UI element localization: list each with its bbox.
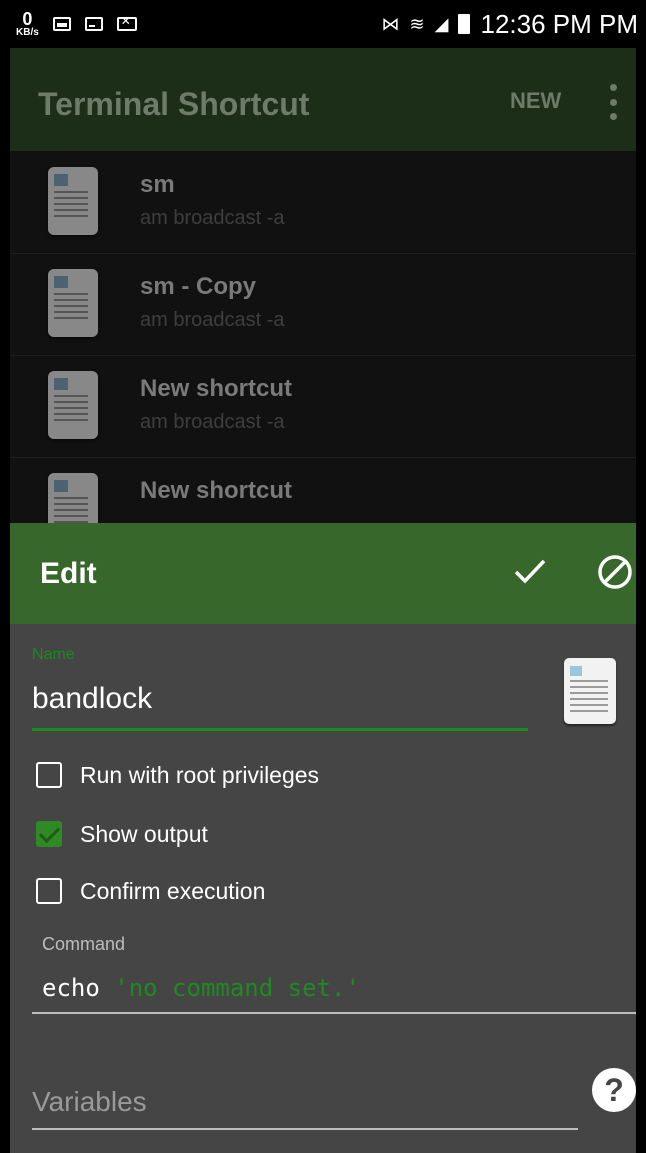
network-speed: 0 KB/s bbox=[16, 10, 39, 38]
signal-icon: ◢ bbox=[434, 13, 449, 34]
gallery-notification-icon bbox=[52, 17, 71, 31]
network-speed-unit: KB/s bbox=[16, 27, 39, 38]
shortcut-list: sm am broadcast -a sm - Copy am broadcas… bbox=[10, 151, 636, 523]
clock: 12:36 PM PM bbox=[480, 8, 638, 39]
status-bar: 0 KB/s ⋈ ≋ ◢ 12:36 PM PM bbox=[0, 0, 646, 48]
list-item-subtitle: am broadcast -a bbox=[140, 411, 285, 433]
wifi-icon: ≋ bbox=[409, 13, 425, 34]
root-privileges-checkbox[interactable]: Run with root privileges bbox=[36, 758, 319, 792]
app-title: Terminal Shortcut bbox=[38, 86, 310, 122]
new-button[interactable]: NEW bbox=[510, 88, 561, 114]
shortcut-document-icon[interactable] bbox=[564, 658, 616, 724]
name-label: Name bbox=[32, 646, 75, 663]
dialog-title: Edit bbox=[40, 557, 97, 590]
checkbox-label: Run with root privileges bbox=[80, 761, 320, 788]
checkbox-label: Confirm execution bbox=[80, 877, 266, 904]
help-icon[interactable]: ? bbox=[592, 1068, 636, 1112]
command-underline bbox=[32, 1012, 636, 1014]
name-underline bbox=[32, 728, 528, 731]
variables-field[interactable]: Variables bbox=[32, 1086, 572, 1118]
command-string: 'no command set.' bbox=[114, 974, 360, 1002]
checkbox-checked-icon[interactable] bbox=[36, 821, 62, 847]
document-icon bbox=[48, 473, 98, 523]
list-item[interactable]: New shortcut bbox=[10, 457, 636, 523]
list-item[interactable]: sm am broadcast -a bbox=[10, 151, 636, 254]
list-item-subtitle: am broadcast -a bbox=[140, 207, 285, 229]
command-keyword: echo bbox=[42, 974, 100, 1002]
overflow-menu-icon[interactable] bbox=[610, 84, 618, 120]
mail-notification-icon bbox=[116, 14, 137, 31]
document-icon bbox=[48, 371, 98, 439]
confirm-check-icon[interactable] bbox=[510, 551, 550, 591]
list-item-title: New shortcut bbox=[140, 375, 293, 402]
list-item-title: sm - Copy bbox=[140, 273, 257, 300]
list-item-subtitle: am broadcast -a bbox=[140, 309, 285, 331]
document-icon bbox=[48, 269, 98, 337]
cancel-icon[interactable] bbox=[596, 553, 634, 591]
battery-icon bbox=[458, 14, 471, 34]
list-item-title: New shortcut bbox=[140, 477, 293, 504]
list-item[interactable]: sm - Copy am broadcast -a bbox=[10, 253, 636, 356]
edit-dialog-body: Name bandlock Run with root privileges S… bbox=[10, 624, 636, 1153]
checkbox-label: Show output bbox=[80, 820, 208, 847]
status-left: 0 KB/s bbox=[16, 0, 137, 48]
app-bar: Terminal Shortcut NEW bbox=[10, 48, 636, 151]
checkbox-unchecked-icon[interactable] bbox=[36, 762, 62, 788]
document-icon bbox=[48, 167, 98, 235]
status-right: ⋈ ≋ ◢ 12:36 PM PM bbox=[382, 0, 638, 48]
checkbox-unchecked-icon[interactable] bbox=[36, 878, 62, 904]
command-field[interactable]: echo 'no command set.' bbox=[42, 974, 360, 1002]
name-field[interactable]: bandlock bbox=[32, 682, 528, 716]
network-speed-value: 0 bbox=[22, 9, 33, 29]
list-item[interactable]: New shortcut am broadcast -a bbox=[10, 355, 636, 458]
variables-underline bbox=[32, 1128, 578, 1130]
screen-notification-icon bbox=[84, 17, 103, 31]
confirm-execution-checkbox[interactable]: Confirm execution bbox=[36, 874, 265, 908]
command-label: Command bbox=[42, 934, 126, 954]
mute-icon: ⋈ bbox=[381, 13, 400, 34]
list-item-title: sm bbox=[140, 171, 175, 198]
edit-dialog-header: Edit bbox=[10, 523, 636, 624]
show-output-checkbox[interactable]: Show output bbox=[36, 817, 208, 851]
